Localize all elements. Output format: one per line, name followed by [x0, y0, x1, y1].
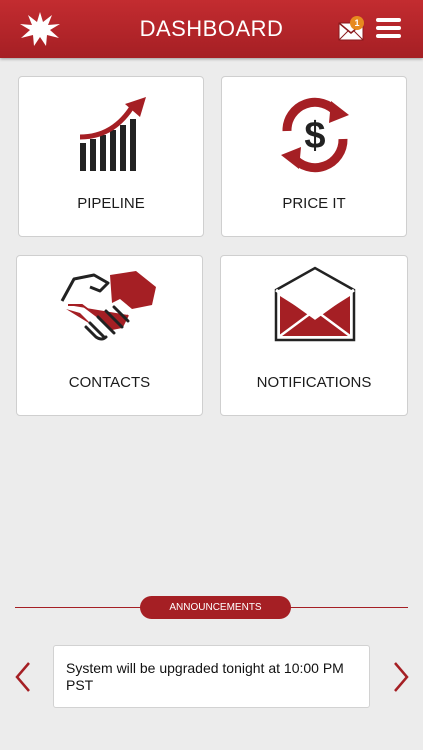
handshake-icon: [60, 271, 156, 341]
notifications-tile[interactable]: NOTIFICATIONS: [220, 255, 408, 416]
announcement-card: System will be upgraded tonight at 10:00…: [53, 645, 370, 708]
svg-text:$: $: [304, 115, 325, 157]
growth-chart-icon: [79, 97, 146, 171]
chevron-left-icon[interactable]: [13, 660, 33, 694]
pipeline-tile[interactable]: PIPELINE: [18, 76, 204, 237]
notification-badge: 1: [350, 16, 364, 30]
announcements-heading: ANNOUNCEMENTS: [140, 596, 291, 619]
open-envelope-icon: [274, 266, 356, 342]
hamburger-menu-icon[interactable]: [376, 18, 401, 40]
app-header: DASHBOARD 1: [0, 0, 423, 58]
chevron-right-icon[interactable]: [391, 660, 411, 694]
contacts-tile[interactable]: CONTACTS: [16, 255, 203, 416]
price-it-tile[interactable]: $ PRICE IT: [221, 76, 407, 237]
contacts-label: CONTACTS: [68, 374, 151, 391]
pipeline-label: PIPELINE: [77, 195, 145, 212]
dollar-refresh-icon: $: [281, 97, 349, 173]
price-it-label: PRICE IT: [282, 195, 346, 212]
notifications-label: NOTIFICATIONS: [256, 374, 372, 391]
